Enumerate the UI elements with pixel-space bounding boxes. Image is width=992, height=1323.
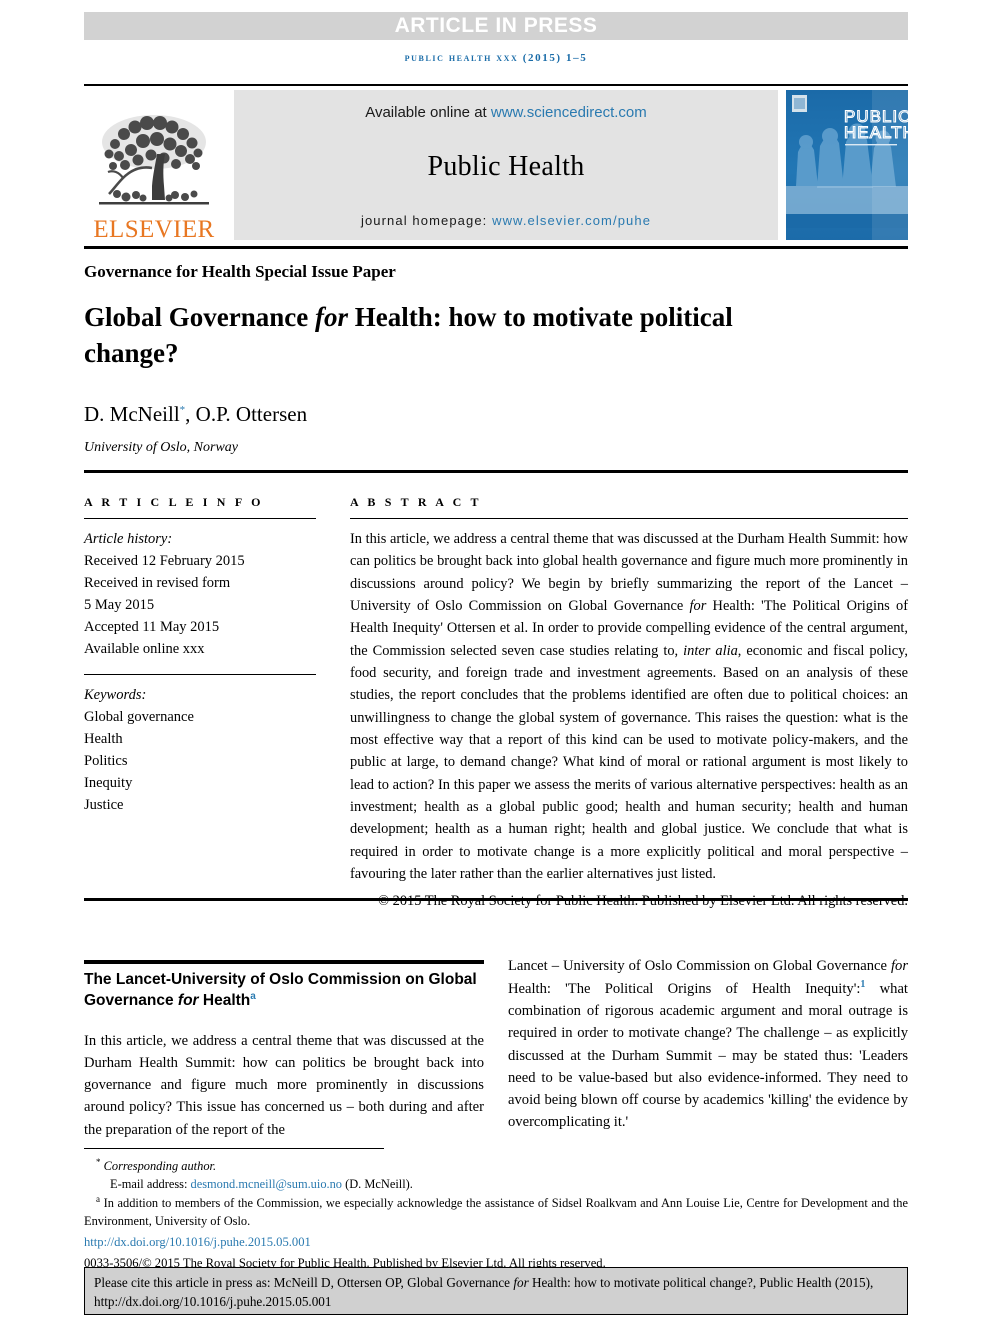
affiliation: University of Oslo, Norway <box>84 440 238 455</box>
article-page: ARTICLE IN PRESS public health xxx (2015… <box>0 0 992 1323</box>
title-italic-for: for <box>315 302 348 332</box>
journal-homepage-label: journal homepage: <box>360 213 493 228</box>
abstract-italic-inter-alia: inter alia <box>683 642 738 659</box>
abstract-divider <box>350 518 908 519</box>
history-item: Available online xxx <box>84 641 205 658</box>
abstract-seg-3: , economic and fiscal policy, food secur… <box>350 642 909 882</box>
author-list: D. McNeill*, O.P. Ottersen <box>84 402 307 427</box>
cite-italic-for: for <box>513 1275 529 1290</box>
footnote-star-marker: * <box>96 1157 101 1167</box>
footnote-acknowledgement: a In addition to members of the Commissi… <box>84 1193 908 1230</box>
journal-cover-thumbnail: PUBLIC HEALTH <box>786 90 908 240</box>
body-paragraph-right: Lancet – University of Oslo Commission o… <box>508 955 908 1133</box>
footnote-corresponding: * Corresponding author. <box>84 1156 908 1176</box>
email-link[interactable]: desmond.mcneill@sum.uio.no <box>191 1177 342 1191</box>
article-info-heading: A R T I C L E I N F O <box>84 495 264 509</box>
cite-article-box: Please cite this article in press as: Mc… <box>84 1267 908 1315</box>
history-item: Received in revised form <box>84 575 231 592</box>
keywords-divider <box>84 674 316 676</box>
abstract-column: A B S T R A C T In this article, we addr… <box>350 495 908 913</box>
keyword-item: Politics <box>84 753 128 770</box>
section-heading-part-1: The Lancet-University of Oslo Commission… <box>84 971 477 1010</box>
article-in-press-banner: ARTICLE IN PRESS <box>84 12 908 40</box>
body-column-right: Lancet – University of Oslo Commission o… <box>508 955 908 1133</box>
keyword-item: Justice <box>84 797 124 814</box>
section-heading-italic-for: for <box>177 992 199 1010</box>
body-paragraph-left: In this article, we address a central th… <box>84 1032 484 1138</box>
history-item: Received 12 February 2015 <box>84 553 245 570</box>
author-rest: , O.P. Ottersen <box>185 402 308 426</box>
right-italic-for: for <box>890 958 908 974</box>
section-heading-footnote-marker[interactable]: a <box>250 991 256 1002</box>
abstract-heading: A B S T R A C T <box>350 495 482 509</box>
available-online-line: Available online at www.sciencedirect.co… <box>365 104 647 121</box>
footnote-email-line: E-mail address: desmond.mcneill@sum.uio.… <box>84 1176 908 1194</box>
history-item: Accepted 11 May 2015 <box>84 619 220 636</box>
article-info-divider <box>84 518 316 519</box>
section-heading-part-2: Health <box>198 992 251 1010</box>
elsevier-wordmark: ELSEVIER <box>93 216 215 243</box>
journal-info-panel: Available online at www.sciencedirect.co… <box>234 90 778 240</box>
issue-citation-line: public health xxx (2015) 1–5 <box>404 52 588 64</box>
sciencedirect-link[interactable]: www.sciencedirect.com <box>491 104 647 121</box>
email-label: E-mail address: <box>110 1176 191 1191</box>
elsevier-tree-icon <box>99 115 209 205</box>
keywords-label: Keywords: <box>84 687 147 704</box>
right-seg-2: Health: 'The Political Origins of Health… <box>508 981 861 998</box>
body-top-rule <box>84 898 908 901</box>
article-history-block: Article history: Received 12 February 20… <box>84 528 316 660</box>
journal-cover-art: PUBLIC HEALTH <box>786 90 908 240</box>
cite-prefix: Please cite this article in press as: Mc… <box>94 1275 514 1290</box>
doi-link[interactable]: http://dx.doi.org/10.1016/j.puhe.2015.05… <box>84 1234 908 1252</box>
keyword-item: Health <box>84 731 123 748</box>
elsevier-logo: ELSEVIER <box>84 86 224 244</box>
history-item: 5 May 2015 <box>84 597 155 614</box>
footnote-block: * Corresponding author. E-mail address: … <box>84 1156 908 1272</box>
abstract-italic-for: for <box>689 597 707 614</box>
journal-homepage-link[interactable]: www.elsevier.com/puhe <box>492 213 651 228</box>
abstract-copyright: © 2015 The Royal Society for Public Heal… <box>378 893 908 910</box>
cover-title-line2: HEALTH <box>844 123 908 142</box>
section-heading: The Lancet-University of Oslo Commission… <box>84 969 484 1012</box>
title-part-1: Global Governance <box>84 302 315 332</box>
body-column-left: The Lancet-University of Oslo Commission… <box>84 955 484 1141</box>
footnote-rule <box>84 1148 384 1149</box>
keyword-item: Inequity <box>84 775 133 792</box>
footnote-acknowledgement-text: In addition to members of the Commission… <box>84 1196 908 1229</box>
right-seg-3: what combination of rigorous academic ar… <box>508 981 908 1131</box>
journal-homepage-line: journal homepage: www.elsevier.com/puhe <box>361 213 651 228</box>
email-suffix: (D. McNeill). <box>342 1176 413 1191</box>
footnote-corresponding-label: Corresponding author. <box>103 1159 217 1174</box>
author-first: D. McNeill <box>84 402 180 426</box>
journal-masthead: ELSEVIER Available online at www.science… <box>84 84 908 244</box>
article-in-press-label: ARTICLE IN PRESS <box>394 14 598 37</box>
abstract-top-rule <box>84 470 908 473</box>
article-info-column: A R T I C L E I N F O Article history: R… <box>84 495 316 816</box>
keywords-block: Keywords: Global governance Health Polit… <box>84 684 316 816</box>
page-title: Global Governance for Health: how to mot… <box>84 300 764 371</box>
keyword-item: Global governance <box>84 709 194 726</box>
right-seg-1: Lancet – University of Oslo Commission o… <box>508 958 891 974</box>
available-online-label: Available online at <box>365 104 491 121</box>
abstract-body: In this article, we address a central th… <box>350 528 908 885</box>
masthead-bottom-rule <box>84 246 908 249</box>
special-issue-kicker: Governance for Health Special Issue Pape… <box>84 262 396 281</box>
journal-title: Public Health <box>427 151 585 182</box>
article-history-label: Article history: <box>84 531 173 547</box>
